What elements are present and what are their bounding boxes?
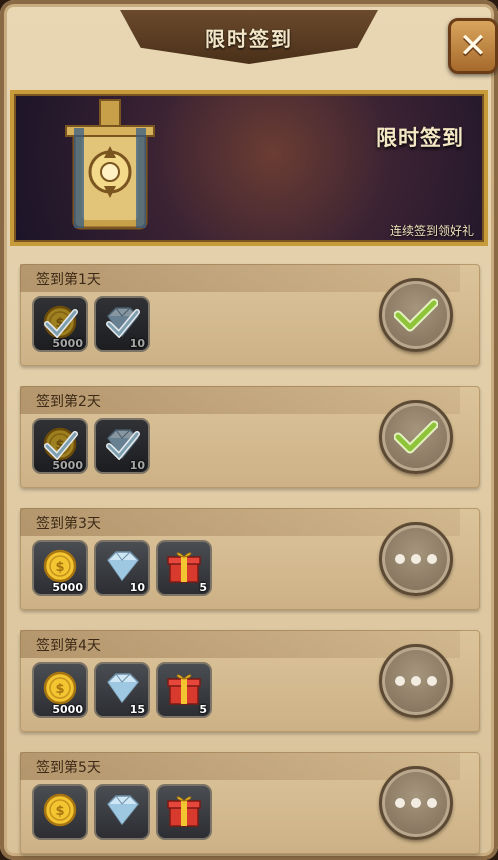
day-label: 签到第1天 (36, 272, 101, 288)
reward-item[interactable] (94, 784, 150, 840)
day-label: 签到第3天 (36, 516, 101, 532)
claimed-check-icon (106, 309, 140, 338)
svg-text:$: $ (55, 804, 64, 819)
reward-item[interactable]: 10 (94, 296, 150, 352)
gift-box-icon (165, 669, 203, 711)
reward-qty: 5000 (52, 703, 83, 716)
reward-item[interactable]: 10 (94, 540, 150, 596)
ellipsis-icon (395, 554, 437, 564)
event-banner: 限时签到 连续签到领好礼 (10, 90, 488, 246)
reward-list: $ (32, 784, 212, 840)
green-check-icon (394, 298, 438, 332)
reward-qty: 15 (129, 703, 145, 716)
reward-item[interactable]: $ (32, 784, 88, 840)
gold-coin-icon: $ (42, 792, 78, 832)
panel-title: 限时签到 (205, 26, 293, 51)
reward-qty: 10 (129, 459, 145, 472)
svg-text:$: $ (55, 560, 64, 575)
banner-subtitle: 连续签到领好礼 (389, 224, 474, 238)
signin-day-card: 签到第1天 $5000 10 (20, 264, 480, 366)
day-label: 签到第2天 (36, 394, 101, 410)
reward-item[interactable] (156, 784, 212, 840)
green-check-icon (394, 420, 438, 454)
claimed-check-icon (106, 431, 140, 460)
reward-qty: 5 (199, 581, 207, 594)
sword-shield-banner-icon (65, 99, 155, 230)
ellipsis-icon (395, 798, 437, 808)
svg-text:$: $ (55, 682, 64, 697)
signin-day-card: 签到第5天 $ (20, 752, 480, 854)
claimed-check-icon (44, 309, 78, 338)
claimed-status-button[interactable] (379, 400, 453, 474)
close-button[interactable]: ✕ (448, 18, 498, 74)
reward-list: $5000 10 (32, 418, 150, 474)
ellipsis-icon (395, 676, 437, 686)
reward-qty: 10 (129, 581, 145, 594)
reward-list: $5000 15 5 (32, 662, 212, 718)
reward-list: $5000 10 5 (32, 540, 212, 596)
pending-status-button[interactable] (379, 522, 453, 596)
reward-item[interactable]: 15 (94, 662, 150, 718)
reward-item[interactable]: $5000 (32, 418, 88, 474)
close-x-icon: ✕ (458, 26, 488, 66)
gift-box-icon (165, 547, 203, 589)
reward-item[interactable]: 5 (156, 540, 212, 596)
signin-day-card: 签到第2天 $5000 10 (20, 386, 480, 488)
reward-item[interactable]: 10 (94, 418, 150, 474)
reward-qty: 5 (199, 703, 207, 716)
banner-title: 限时签到 (376, 126, 464, 150)
pending-status-button[interactable] (379, 644, 453, 718)
day-label: 签到第5天 (36, 760, 101, 776)
reward-qty: 5000 (52, 459, 83, 472)
day-label: 签到第4天 (36, 638, 101, 654)
reward-item[interactable]: $5000 (32, 662, 88, 718)
reward-item[interactable]: $5000 (32, 296, 88, 352)
title-bar: 限时签到 (120, 10, 378, 64)
reward-qty: 5000 (52, 581, 83, 594)
reward-qty: 5000 (52, 337, 83, 350)
signin-day-card: 签到第3天 $5000 10 5 (20, 508, 480, 610)
signin-day-card: 签到第4天 $5000 15 5 (20, 630, 480, 732)
diamond-icon (102, 792, 142, 832)
reward-qty: 10 (129, 337, 145, 350)
reward-item[interactable]: $5000 (32, 540, 88, 596)
claimed-status-button[interactable] (379, 278, 453, 352)
reward-list: $5000 10 (32, 296, 150, 352)
pending-status-button[interactable] (379, 766, 453, 840)
gift-box-icon (165, 791, 203, 833)
reward-item[interactable]: 5 (156, 662, 212, 718)
claimed-check-icon (44, 431, 78, 460)
